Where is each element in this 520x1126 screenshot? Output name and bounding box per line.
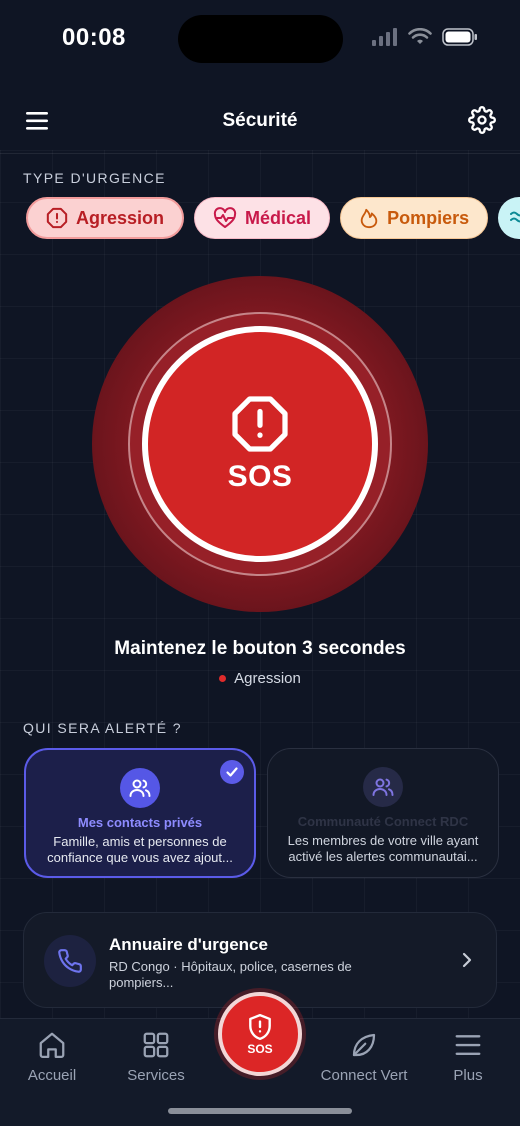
sos-button[interactable]: SOS: [142, 326, 378, 562]
status-time: 00:08: [62, 24, 126, 51]
sos-label: SOS: [227, 460, 293, 493]
leaf-icon: [352, 1033, 376, 1057]
alert-octagon-icon: [46, 207, 68, 229]
status-bar: 00:08: [0, 0, 520, 80]
chip-pompiers[interactable]: Pompiers: [340, 197, 489, 239]
chevron-right-icon: [462, 952, 472, 968]
card-desc: Les membres de votre ville ayant activé …: [287, 833, 479, 864]
card-private-contacts[interactable]: Mes contacts privés Famille, amis et per…: [24, 748, 256, 878]
selected-type: Agression: [0, 670, 520, 687]
chip-label: Pompiers: [387, 207, 470, 228]
card-title: Mes contacts privés: [77, 815, 203, 830]
chip-agression[interactable]: Agression: [26, 197, 185, 239]
tab-label: Connect Vert: [320, 1067, 408, 1084]
gear-icon: [468, 106, 496, 134]
tab-services[interactable]: Services: [104, 1019, 208, 1084]
signal-icon: [372, 28, 397, 46]
wifi-icon: [408, 28, 432, 44]
chip-label: Agression: [76, 207, 165, 228]
chip-label: Médical: [245, 207, 312, 228]
menu-icon: [455, 1035, 481, 1055]
dynamic-island: [178, 15, 343, 63]
emergency-type-label: TYPE D'URGENCE: [23, 170, 166, 186]
alert-section-label: QUI SERA ALERTÉ ?: [23, 720, 182, 736]
sos-area: SOS: [92, 276, 428, 612]
flame-icon: [360, 208, 378, 229]
header: Sécurité: [0, 94, 520, 150]
tab-home[interactable]: Accueil: [0, 1019, 104, 1084]
tab-label: Services: [127, 1067, 185, 1084]
home-icon: [39, 1032, 65, 1058]
card-title: Communauté Connect RDC: [297, 814, 469, 829]
settings-button[interactable]: [468, 106, 496, 134]
home-indicator: [168, 1108, 352, 1114]
users-icon: [363, 767, 403, 807]
grid-icon: [143, 1032, 169, 1058]
shield-alert-icon: [249, 1013, 271, 1040]
directory-title: Annuaire d'urgence: [109, 935, 268, 954]
tab-plus[interactable]: Plus: [416, 1019, 520, 1084]
tab-sos-label: SOS: [247, 1041, 273, 1056]
header-divider: [0, 153, 520, 154]
emergency-type-chips: Agression Médical Pompiers: [26, 197, 520, 241]
status-dot: [219, 675, 227, 682]
users-icon: [120, 768, 160, 808]
hold-instruction: Maintenez le bouton 3 secondes: [114, 638, 406, 659]
phone-icon: [44, 935, 96, 987]
check-icon: [220, 760, 244, 784]
chip-water[interactable]: [498, 197, 520, 239]
chip-medical[interactable]: Médical: [194, 197, 331, 239]
status-icons: [372, 28, 478, 46]
tab-connect-vert[interactable]: Connect Vert: [312, 1019, 416, 1084]
selected-type-label: Agression: [234, 670, 301, 687]
waves-icon: [510, 211, 520, 223]
page-title: Sécurité: [222, 110, 298, 131]
card-community[interactable]: Communauté Connect RDC Les membres de vo…: [267, 748, 499, 878]
tab-sos-button[interactable]: SOS: [218, 992, 302, 1076]
tab-label: Accueil: [27, 1067, 77, 1084]
battery-icon: [442, 28, 477, 46]
alert-octagon-icon: [232, 396, 288, 452]
heart-pulse-icon: [213, 207, 237, 228]
directory-desc: RD Congo · Hôpitaux, police, casernes de…: [109, 959, 352, 990]
tab-label: Plus: [453, 1067, 483, 1084]
card-desc: Famille, amis et personnes de confiance …: [47, 834, 233, 865]
